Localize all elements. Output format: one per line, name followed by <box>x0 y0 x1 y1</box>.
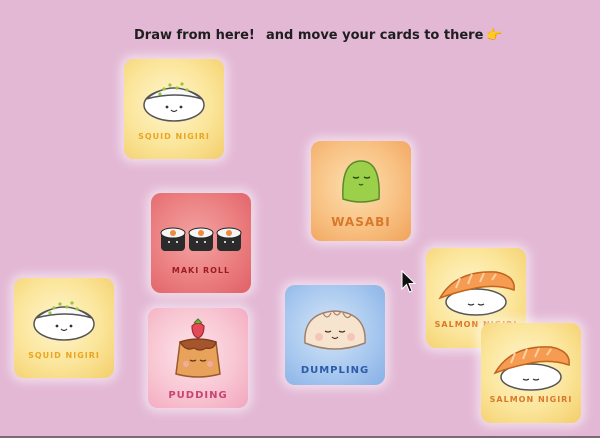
deck-card-squid-nigiri[interactable]: Squid Nigiri <box>124 59 224 159</box>
squid-nigiri-icon <box>33 301 95 341</box>
card-wasabi[interactable]: Wasabi <box>311 141 411 241</box>
wasabi-icon <box>342 160 380 203</box>
maki-roll-icon <box>160 227 242 251</box>
move-instruction: and move your cards to there 👉 <box>266 28 503 43</box>
card-salmon-nigiri[interactable]: Salmon Nigiri <box>481 323 581 423</box>
pointing-hand-icon: 👉 <box>486 28 503 43</box>
card-dumpling[interactable]: Dumpling <box>285 285 385 385</box>
squid-nigiri-icon <box>143 82 205 122</box>
pudding-icon <box>175 318 221 378</box>
move-instruction-text: and move your cards to there <box>266 28 484 43</box>
card-maki-roll[interactable]: Maki Roll <box>151 193 251 293</box>
card-squid-nigiri[interactable]: Squid Nigiri <box>14 278 114 378</box>
salmon-nigiri-icon <box>493 346 570 391</box>
draw-instruction: Draw from here! <box>134 28 255 43</box>
dumpling-icon <box>304 310 366 350</box>
draw-instruction-text: Draw from here! <box>134 28 255 43</box>
arrow-pointer-icon <box>401 270 417 293</box>
card-pudding[interactable]: Pudding <box>148 308 248 408</box>
